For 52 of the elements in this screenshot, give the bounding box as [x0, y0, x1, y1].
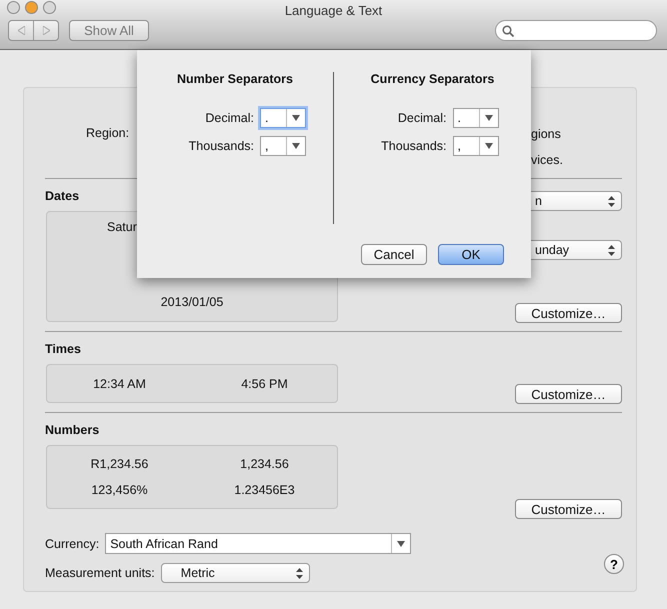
dropdown-arrow-icon — [292, 115, 300, 121]
sample-text: 1,234.56 — [240, 457, 289, 472]
up-down-arrows-icon — [296, 568, 303, 578]
customize-button[interactable]: Customize… — [515, 384, 622, 404]
search-icon — [502, 24, 514, 36]
customize-button[interactable]: Customize… — [515, 303, 622, 323]
measurement-units-popup[interactable]: Metric — [160, 563, 310, 583]
date-sample: Satur — [107, 220, 137, 234]
separator-label: Thousands: — [380, 139, 446, 153]
forward-arrow-icon — [42, 26, 50, 35]
dialog-button[interactable]: OK — [438, 244, 504, 265]
currency-label: Currency: — [45, 536, 100, 550]
separator-combo-box[interactable]: . — [452, 108, 498, 128]
region-note-text: vices. — [531, 153, 564, 167]
popup-menu[interactable]: n — [531, 191, 622, 211]
up-down-arrows-icon — [608, 244, 615, 256]
close-button[interactable] — [7, 1, 20, 14]
up-down-arrows-icon — [608, 196, 615, 206]
show-all-button[interactable]: Show All — [69, 20, 149, 41]
search-field[interactable] — [495, 20, 657, 41]
sample-text: 12:34 AM — [93, 376, 146, 390]
separator-combo-box[interactable]: , — [452, 136, 498, 156]
date-sample: 2013/01/05 — [160, 295, 224, 309]
separator-combo-box[interactable]: . — [260, 108, 306, 128]
window-title: Language & Text — [284, 2, 382, 18]
customize-button[interactable]: Customize… — [515, 499, 622, 519]
sample-text: 1.23456E3 — [234, 482, 295, 497]
separator-label: Thousands: — [188, 139, 254, 153]
dropdown-arrow-icon — [292, 143, 300, 149]
minimize-button[interactable] — [25, 1, 38, 14]
region-label: Region: — [86, 126, 130, 142]
column-title: Currency Separators — [370, 72, 494, 86]
dropdown-arrow-icon — [484, 115, 492, 121]
separator-label: Decimal: — [204, 111, 254, 125]
dialog-button[interactable]: Cancel — [361, 244, 427, 265]
popup-menu[interactable]: unday — [531, 240, 622, 260]
separator-label: Decimal: — [396, 111, 446, 125]
dropdown-arrow-icon — [397, 540, 406, 546]
sample-text: 123,456% — [91, 482, 148, 497]
region-note-text: gions — [531, 127, 562, 141]
separator-combo-box[interactable]: , — [260, 136, 306, 156]
section-title: Numbers — [45, 423, 100, 437]
column-title: Number Separators — [176, 72, 293, 86]
measurement-units-label: Measurement units: — [45, 566, 155, 580]
dropdown-arrow-icon — [484, 143, 492, 149]
currency-combo-box[interactable]: South African Rand — [105, 533, 412, 554]
sample-text: R1,234.56 — [90, 457, 148, 472]
section-title: Times — [45, 342, 82, 356]
section-title: Dates — [45, 189, 80, 203]
sample-text: 4:56 PM — [241, 376, 288, 390]
back-arrow-icon — [18, 26, 24, 35]
zoom-button[interactable] — [43, 1, 56, 14]
